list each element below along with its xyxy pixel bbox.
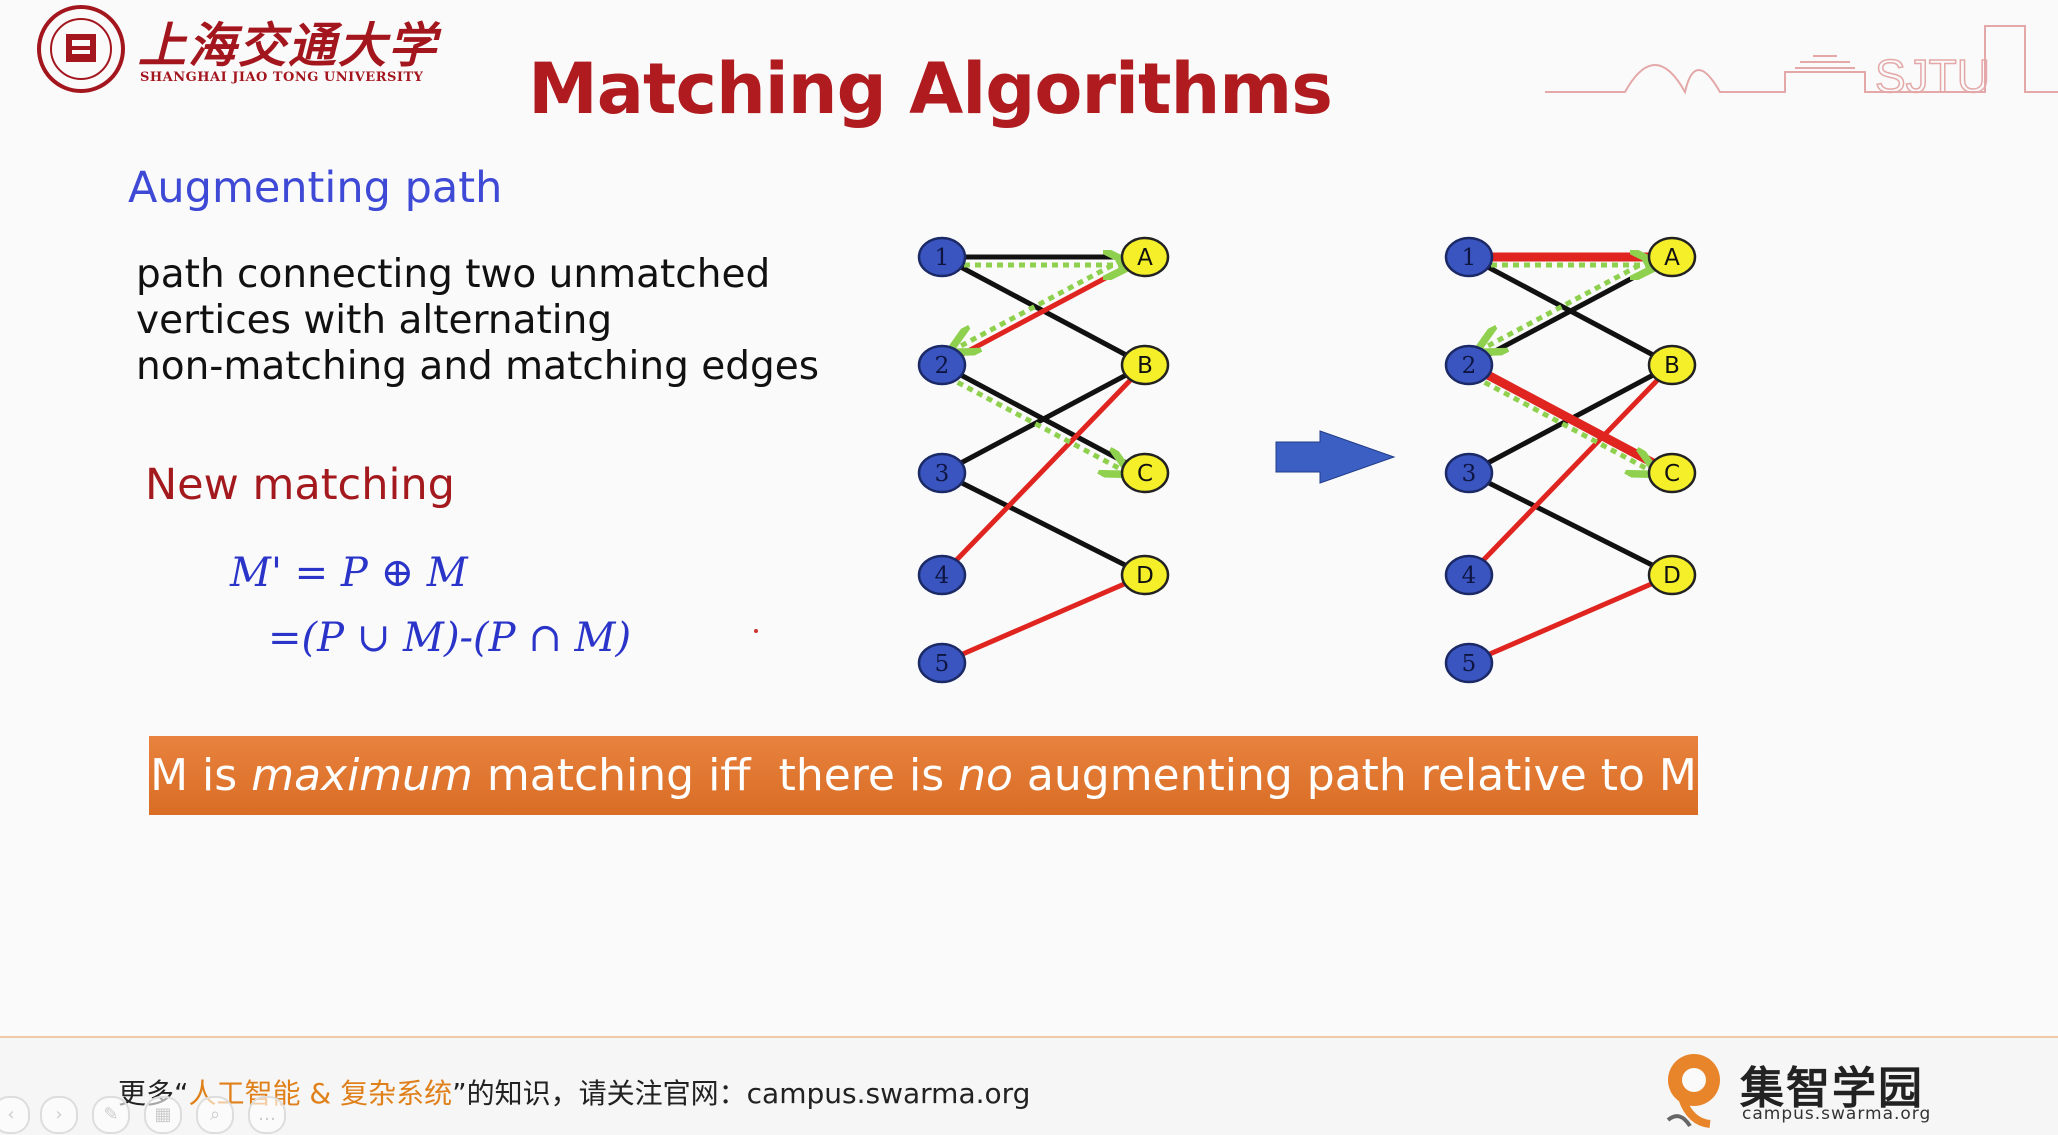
formula-line-1: M' = P ⊕ M <box>230 550 468 596</box>
before-node-label-A: A <box>1137 245 1153 271</box>
swarma-logo-icon <box>1666 1054 1720 1128</box>
footer-suffix: ”的知识，请关注官网：campus.swarma.org <box>452 1077 1031 1110</box>
banner-text: M is <box>150 750 252 801</box>
theorem-banner: M is maximum matching iff there is no au… <box>149 736 1698 815</box>
sjtu-gate-decoration: SJTU <box>1545 25 2058 100</box>
after-path-edge-A-2 <box>1485 258 1650 347</box>
augmenting-path-definition: path connecting two unmatched vertices w… <box>136 252 819 390</box>
banner-emphasis-no: no <box>958 750 1013 801</box>
before-node-label-2: 2 <box>935 353 950 379</box>
formula-line-2: =(P ∪ M)-(P ∩ M) <box>268 615 632 661</box>
banner-text: augmenting path relative to M <box>1012 750 1697 801</box>
before-node-label-4: 4 <box>935 563 950 589</box>
more-options-button[interactable]: … <box>248 1096 286 1134</box>
transform-arrow-icon <box>1275 430 1396 484</box>
before-edge-3-D <box>940 470 1147 578</box>
after-node-label-B: B <box>1664 353 1680 379</box>
after-node-label-2: 2 <box>1462 353 1477 379</box>
previous-slide-button[interactable]: ‹ <box>0 1096 30 1134</box>
after-node-label-A: A <box>1664 245 1680 271</box>
definition-line: path connecting two unmatched <box>136 252 771 297</box>
augmenting-path-heading: Augmenting path <box>128 163 503 213</box>
banner-text: matching iff there is <box>472 750 959 801</box>
before-matching-edge-5-D <box>941 572 1146 666</box>
after-node-label-4: 4 <box>1462 563 1477 589</box>
before-node-label-5: 5 <box>935 651 950 677</box>
bipartite-graph-diagram: 1 2 3 4 5 A B C D 1 2 3 4 5 A B C D <box>917 236 1697 684</box>
swarma-brand: 集智学园 campus.swarma.org <box>1660 1050 1930 1130</box>
before-node-label-3: 3 <box>935 461 950 487</box>
after-path-edge-2-C <box>1483 380 1649 469</box>
slides-grid-button[interactable]: ▦ <box>144 1096 182 1134</box>
slide: 上海交通大学 SHANGHAI JIAO TONG UNIVERSITY Mat… <box>0 0 2058 1135</box>
before-node-label-D: D <box>1136 563 1154 589</box>
before-node-label-1: 1 <box>935 245 950 271</box>
before-matching-edge-4-B <box>940 363 1147 577</box>
definition-line: vertices with alternating <box>136 298 613 343</box>
before-node-label-B: B <box>1137 353 1153 379</box>
zoom-button[interactable]: ⌕ <box>196 1096 234 1134</box>
after-node-label-3: 3 <box>1462 461 1477 487</box>
after-node-label-D: D <box>1663 563 1681 589</box>
before-path-edge-2-C <box>956 380 1122 469</box>
pen-tool-button[interactable]: ✎ <box>92 1096 130 1134</box>
after-edge-3-D <box>1467 470 1674 578</box>
svg-text:SJTU: SJTU <box>1875 50 1990 100</box>
before-path-edge-A-2 <box>958 258 1123 347</box>
after-matching-edge-5-D <box>1468 572 1673 666</box>
slideshow-controls: ‹ › ✎ ▦ ⌕ … <box>0 1096 300 1134</box>
after-node-label-1: 1 <box>1462 245 1477 271</box>
brand-url: campus.swarma.org <box>1742 1104 1932 1124</box>
after-matching-edge-4-B <box>1467 363 1674 577</box>
banner-emphasis-maximum: maximum <box>251 750 473 801</box>
after-node-label-5: 5 <box>1462 651 1477 677</box>
after-node-label-C: C <box>1664 461 1680 487</box>
before-node-label-C: C <box>1137 461 1153 487</box>
next-slide-button[interactable]: › <box>40 1096 78 1134</box>
new-matching-heading: New matching <box>145 460 455 510</box>
stray-dot <box>754 629 758 633</box>
definition-line: non-matching and matching edges <box>136 344 820 389</box>
